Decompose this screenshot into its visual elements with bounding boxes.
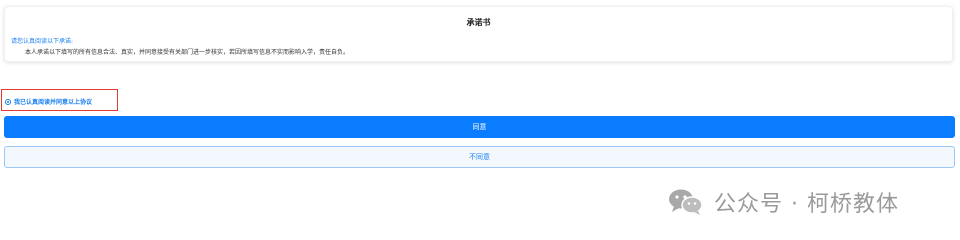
wechat-icon [668, 188, 704, 216]
agree-button[interactable]: 同意 [4, 116, 955, 138]
watermark: 公众号 · 柯桥教体 [668, 186, 899, 218]
card-body-text: 本人承诺以下填写的所有信息合法、真实，并同意接受有关部门进一步核实，若因所填写信… [25, 49, 350, 56]
commitment-page: 承诺书 请您认真阅读以下承诺: 本人承诺以下填写的所有信息合法、真实，并同意接受… [0, 0, 960, 240]
commitment-card: 承诺书 请您认真阅读以下承诺: 本人承诺以下填写的所有信息合法、真实，并同意接受… [4, 6, 953, 62]
agreement-radio[interactable]: 我已认真阅读并同意以上协议 [5, 97, 92, 106]
radio-checked-icon[interactable] [5, 98, 11, 105]
watermark-text: 公众号 · 柯桥教体 [714, 192, 899, 217]
agreement-label[interactable]: 我已认真阅读并同意以上协议 [14, 97, 92, 106]
disagree-button[interactable]: 不同意 [4, 146, 955, 168]
card-prompt: 请您认真阅读以下承诺: [11, 38, 74, 45]
card-title: 承诺书 [466, 18, 491, 27]
